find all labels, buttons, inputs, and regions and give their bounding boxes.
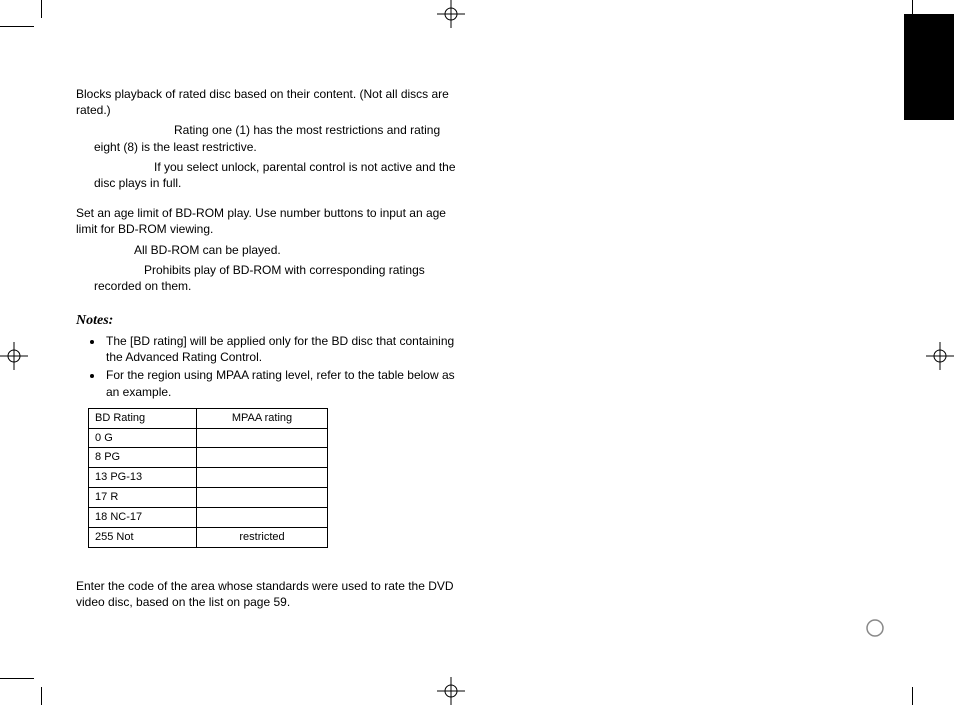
body-text: If you select unlock, parental control i… [76, 159, 456, 191]
body-text: Set an age limit of BD-ROM play. Use num… [76, 205, 456, 237]
registration-mark-icon [437, 0, 465, 28]
notes-list: The [BD rating] will be applied only for… [76, 333, 456, 400]
table-row: 13 PG-13 [89, 468, 328, 488]
table-cell [197, 448, 328, 468]
registration-mark-icon [926, 342, 954, 370]
crop-mark [0, 678, 34, 679]
crop-mark [41, 687, 42, 705]
body-text: Prohibits play of BD-ROM with correspond… [76, 262, 456, 294]
content-column: Blocks playback of rated disc based on t… [76, 86, 456, 614]
table-row: 8 PG [89, 448, 328, 468]
table-cell [197, 488, 328, 508]
table-cell: restricted [197, 527, 328, 547]
list-item: The [BD rating] will be applied only for… [104, 333, 456, 365]
table-row: BD Rating MPAA rating [89, 408, 328, 428]
crop-mark [41, 0, 42, 18]
table-cell: 8 PG [89, 448, 197, 468]
table-header: BD Rating [89, 408, 197, 428]
table-cell [197, 507, 328, 527]
black-tab [904, 14, 954, 120]
rating-table: BD Rating MPAA rating 0 G 8 PG 13 PG-13 … [88, 408, 328, 548]
table-row: 0 G [89, 428, 328, 448]
table-row: 255 Not restricted [89, 527, 328, 547]
registration-mark-icon [0, 342, 28, 370]
list-item: For the region using MPAA rating level, … [104, 367, 456, 399]
table-cell: 13 PG-13 [89, 468, 197, 488]
crop-mark [912, 687, 913, 705]
circle-icon [865, 618, 885, 643]
table-cell: 255 Not [89, 527, 197, 547]
table-cell [197, 428, 328, 448]
body-text: Blocks playback of rated disc based on t… [76, 86, 456, 118]
table-cell [197, 468, 328, 488]
body-text: Rating one (1) has the most restrictions… [76, 122, 456, 154]
body-text: All BD-ROM can be played. [76, 242, 456, 258]
body-text: Enter the code of the area whose standar… [76, 578, 456, 610]
crop-mark [912, 0, 913, 18]
table-row: 17 R [89, 488, 328, 508]
table-cell: 17 R [89, 488, 197, 508]
table-cell: 18 NC-17 [89, 507, 197, 527]
table-header: MPAA rating [197, 408, 328, 428]
crop-mark [0, 26, 34, 27]
table-cell: 0 G [89, 428, 197, 448]
registration-mark-icon [437, 677, 465, 705]
page: Blocks playback of rated disc based on t… [0, 0, 954, 705]
notes-heading: Notes: [76, 312, 456, 331]
table-row: 18 NC-17 [89, 507, 328, 527]
